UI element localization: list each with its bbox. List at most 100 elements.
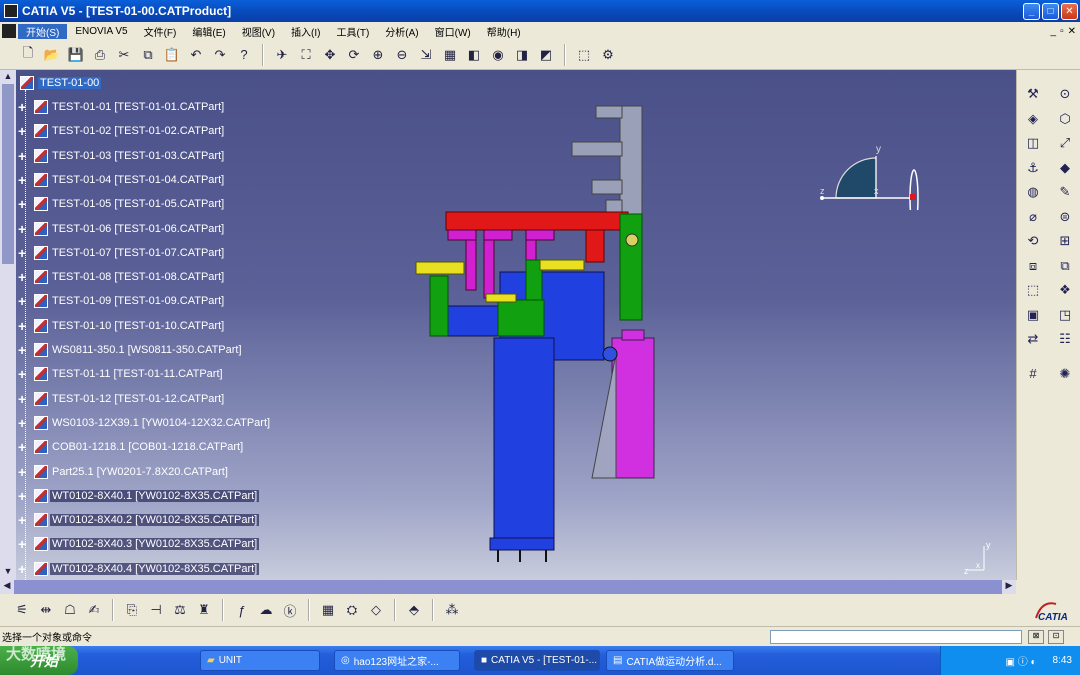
tree-node-label[interactable]: TEST-01-02 [TEST-01-02.CATPart] [50, 125, 226, 137]
menu-analyze[interactable]: 分析(A) [377, 24, 426, 39]
tree-node-label[interactable]: TEST-01-03 [TEST-01-03.CATPart] [50, 150, 226, 162]
tree-node[interactable]: + WT0102-8X40.3 [YW0102-8X35.CATPart] [18, 535, 260, 553]
tree-node-label[interactable]: TEST-01-01 [TEST-01-01.CATPart] [50, 101, 226, 113]
inertia-icon[interactable]: ⚖ [170, 600, 190, 620]
tree-node[interactable]: + TEST-01-01 [TEST-01-01.CATPart] [18, 98, 226, 116]
tree-node[interactable]: + TEST-01-07 [TEST-01-07.CATPart] [18, 244, 226, 262]
cancel-command-button[interactable]: ⊠ [1028, 630, 1044, 644]
fit-all-icon[interactable]: ⛶ [296, 45, 316, 65]
tree-root-label[interactable]: TEST-01-00 [38, 77, 102, 89]
angle-icon[interactable]: ⌀ [1023, 207, 1043, 227]
menu-file[interactable]: 文件(F) [136, 24, 185, 39]
command-input[interactable] [770, 630, 1022, 644]
tree-node[interactable]: + TEST-01-08 [TEST-01-08.CATPart] [18, 268, 226, 286]
taskbar-item-unit[interactable]: ▰ UNIT [200, 650, 320, 671]
clash-icon[interactable]: ⬡ [1055, 109, 1075, 129]
fly-icon[interactable]: ✈ [272, 45, 292, 65]
tree-node-label[interactable]: Part25.1 [YW0201-7.8X20.CATPart] [50, 466, 230, 478]
close-button[interactable]: ✕ [1061, 2, 1078, 20]
tree-node[interactable]: + TEST-01-05 [TEST-01-05.CATPart] [18, 195, 226, 213]
knowledge-icon[interactable]: ⓚ [280, 600, 300, 620]
swap-space-icon[interactable]: ◩ [536, 45, 556, 65]
catalog-icon[interactable]: ⬚ [574, 45, 594, 65]
tree-node[interactable]: + Part25.1 [YW0201-7.8X20.CATPart] [18, 463, 230, 481]
whats-this-icon[interactable]: ? [234, 45, 254, 65]
taskbar-item-doc[interactable]: ▤ CATIA做运动分析.d... [606, 650, 734, 671]
pan-icon[interactable]: ✥ [320, 45, 340, 65]
catalog-browser-icon[interactable]: ⎘ [122, 600, 142, 620]
open-icon[interactable]: 📂 [42, 45, 62, 65]
menu-edit[interactable]: 编辑(E) [184, 24, 233, 39]
new-icon[interactable]: 🗋 [18, 45, 38, 65]
tree-node[interactable]: + TEST-01-09 [TEST-01-09.CATPart] [18, 292, 226, 310]
tree-node-label[interactable]: TEST-01-06 [TEST-01-06.CATPart] [50, 223, 226, 235]
tree-node-label[interactable]: TEST-01-11 [TEST-01-11.CATPart] [50, 368, 225, 380]
menu-start[interactable]: 开始(S) [18, 23, 68, 39]
mdi-restore-button[interactable]: ▫ [1060, 26, 1064, 37]
expand-icon[interactable]: + [18, 342, 30, 358]
scroll-right-arrow[interactable]: ▶ [1002, 580, 1016, 594]
taskbar-item-browser[interactable]: ◎ hao123网址之家-... [334, 650, 460, 671]
maximize-button[interactable]: □ [1042, 2, 1059, 20]
tree-node[interactable]: + WT0102-8X40.1 [YW0102-8X35.CATPart] [18, 487, 260, 505]
horizontal-scrollbar[interactable]: ◀ ▶ [0, 580, 1016, 594]
replace-icon[interactable]: ⇄ [1023, 329, 1043, 349]
bottle-icon[interactable]: ♜ [194, 600, 214, 620]
annotation-icon[interactable]: ☖ [60, 600, 80, 620]
expand-icon[interactable]: + [18, 172, 30, 188]
expand-icon[interactable]: + [18, 366, 30, 382]
tree-node-label[interactable]: TEST-01-12 [TEST-01-12.CATPart] [50, 393, 226, 405]
tree-node[interactable]: + WT0102-8X40.2 [YW0102-8X35.CATPart] [18, 511, 260, 529]
paste-icon[interactable]: 📋 [162, 45, 182, 65]
hide-show-icon[interactable]: ◨ [512, 45, 532, 65]
expand-icon[interactable]: + [18, 561, 30, 577]
normal-view-icon[interactable]: ⇲ [416, 45, 436, 65]
copy-icon[interactable]: ⧉ [138, 45, 158, 65]
distance-icon[interactable]: ⤢ [1055, 133, 1075, 153]
snap-icon[interactable]: ⊙ [1055, 84, 1075, 104]
expand-icon[interactable]: + [18, 488, 30, 504]
update-icon[interactable]: ⟲ [1023, 231, 1043, 251]
tree-node-label[interactable]: WT0102-8X40.2 [YW0102-8X35.CATPart] [50, 514, 260, 527]
tree-node[interactable]: + TEST-01-02 [TEST-01-02.CATPart] [18, 122, 226, 140]
taskbar-item-catia[interactable]: ■ CATIA V5 - [TEST-01-... [474, 650, 600, 671]
material-icon[interactable]: ◇ [366, 600, 386, 620]
mdi-minimize-button[interactable]: _ [1051, 26, 1057, 37]
flexible-icon[interactable]: ✺ [1055, 364, 1075, 384]
tree-node-label[interactable]: WT0102-8X40.1 [YW0102-8X35.CATPart] [50, 489, 260, 502]
part-design-icon[interactable]: ⛭ [342, 600, 362, 620]
tray-icons[interactable]: ▣ ⓘ ◐ [1005, 653, 1036, 668]
expand-icon[interactable]: + [18, 391, 30, 407]
expand-icon[interactable]: + [18, 293, 30, 309]
menu-tools[interactable]: 工具(T) [329, 24, 378, 39]
cut-icon[interactable]: ✂ [114, 45, 134, 65]
expand-icon[interactable]: + [18, 512, 30, 528]
tree-node-label[interactable]: TEST-01-07 [TEST-01-07.CATPart] [50, 247, 226, 259]
zoom-out-icon[interactable]: ⊖ [392, 45, 412, 65]
expand-icon[interactable]: + [18, 415, 30, 431]
fast-multi-instance-icon[interactable]: ⧉ [1055, 256, 1075, 276]
apply-material-icon[interactable]: ⬘ [404, 600, 424, 620]
tree-node-label[interactable]: TEST-01-04 [TEST-01-04.CATPart] [50, 174, 226, 186]
expand-icon[interactable]: + [18, 148, 30, 164]
product-icon[interactable]: ⚙ [598, 45, 618, 65]
multi-instantiation-icon[interactable]: ⧈ [1023, 256, 1043, 276]
rotate-icon[interactable]: ⟳ [344, 45, 364, 65]
constraint-icon[interactable]: ⚓ [1023, 158, 1043, 178]
comment-icon[interactable]: ☁ [256, 600, 276, 620]
tree-node-label[interactable]: COB01-1218.1 [COB01-1218.CATPart] [50, 441, 245, 453]
minimize-button[interactable]: _ [1023, 2, 1040, 20]
tree-node[interactable]: + WS0103-12X39.1 [YW0104-12X32.CATPart] [18, 414, 272, 432]
tree-node[interactable]: + TEST-01-03 [TEST-01-03.CATPart] [18, 147, 226, 165]
expand-icon[interactable]: + [18, 269, 30, 285]
expand-icon[interactable]: + [18, 221, 30, 237]
compass[interactable]: y x z [806, 110, 926, 210]
sketch-icon[interactable]: ⚟ [12, 600, 32, 620]
expand-icon[interactable]: + [18, 464, 30, 480]
coincidence-icon[interactable]: ⊜ [1055, 207, 1075, 227]
expand-icon[interactable]: + [18, 536, 30, 552]
fix-icon[interactable]: ◆ [1055, 158, 1075, 178]
save-icon[interactable]: 💾 [66, 45, 86, 65]
menu-help[interactable]: 帮助(H) [479, 24, 529, 39]
tree-node[interactable]: + TEST-01-10 [TEST-01-10.CATPart] [18, 317, 226, 335]
